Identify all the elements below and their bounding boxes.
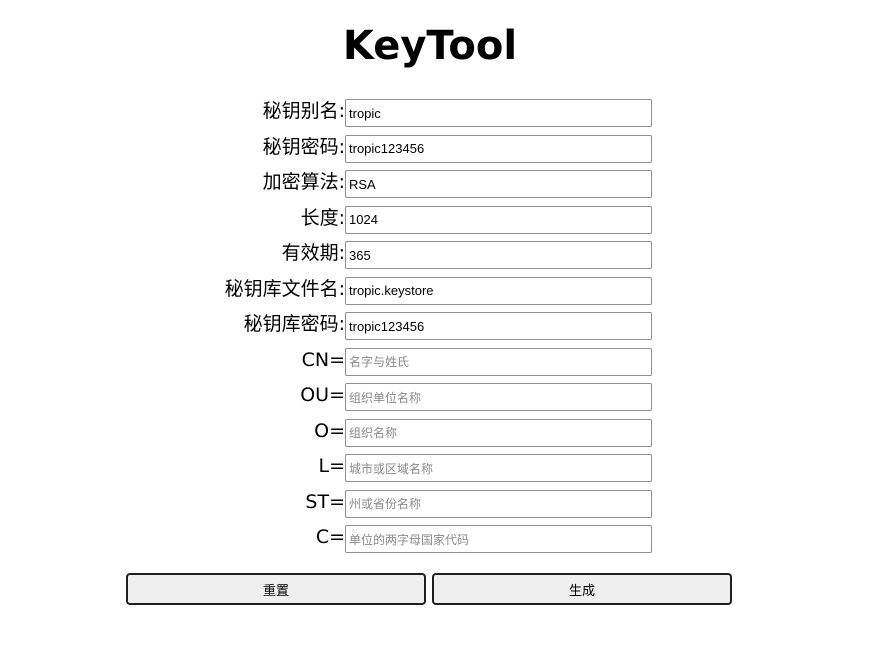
keystore-file-label: 秘钥库文件名: xyxy=(224,277,345,300)
keysize-label: 长度: xyxy=(300,206,345,229)
form-row-l: L= xyxy=(0,453,884,489)
validity-label: 有效期: xyxy=(281,242,345,264)
form-row-keystore-file: 秘钥库文件名: xyxy=(0,276,884,312)
form-row-ou: OU= xyxy=(0,382,884,418)
keysize-input[interactable] xyxy=(345,205,652,234)
cn-input[interactable] xyxy=(345,347,652,376)
validity-input[interactable] xyxy=(345,241,652,269)
keystore-password-label: 秘钥库密码: xyxy=(243,313,345,335)
form-row-validity: 有效期: xyxy=(0,240,884,276)
c-label: C= xyxy=(315,526,345,548)
keytool-form: 秘钥别名: 秘钥密码: 加密算法: 长度: 有效期: 秘钥库文件名: 秘钥库密码… xyxy=(0,98,884,560)
form-row-keysize: 长度: xyxy=(0,205,884,241)
form-row-key-password: 秘钥密码: xyxy=(0,134,884,170)
page-title: KeyTool xyxy=(342,23,518,69)
form-row-cn: CN= xyxy=(0,347,884,383)
generate-button[interactable]: 生成 xyxy=(432,573,732,605)
form-row-c: C= xyxy=(0,524,884,560)
form-row-st: ST= xyxy=(0,489,884,525)
l-input[interactable] xyxy=(345,454,652,482)
form-row-alias: 秘钥别名: xyxy=(0,98,884,134)
key-password-input[interactable] xyxy=(345,134,652,163)
o-input[interactable] xyxy=(345,418,652,447)
form-row-algorithm: 加密算法: xyxy=(0,169,884,205)
ou-input[interactable] xyxy=(345,383,652,411)
keystore-password-input[interactable] xyxy=(345,312,652,340)
st-input[interactable] xyxy=(345,489,652,518)
ou-label: OU= xyxy=(300,384,345,406)
form-row-keystore-password: 秘钥库密码: xyxy=(0,311,884,347)
key-password-label: 秘钥密码: xyxy=(262,135,345,158)
l-label: L= xyxy=(318,455,345,477)
keystore-file-input[interactable] xyxy=(345,276,652,305)
reset-button[interactable]: 重置 xyxy=(126,573,426,605)
o-label: O= xyxy=(314,419,345,442)
form-row-o: O= xyxy=(0,418,884,454)
algorithm-label: 加密算法: xyxy=(262,171,345,193)
alias-input[interactable] xyxy=(345,99,652,127)
algorithm-input[interactable] xyxy=(345,170,652,198)
c-input[interactable] xyxy=(345,525,652,553)
st-label: ST= xyxy=(305,490,345,513)
cn-label: CN= xyxy=(301,348,345,371)
alias-label: 秘钥别名: xyxy=(262,100,345,122)
